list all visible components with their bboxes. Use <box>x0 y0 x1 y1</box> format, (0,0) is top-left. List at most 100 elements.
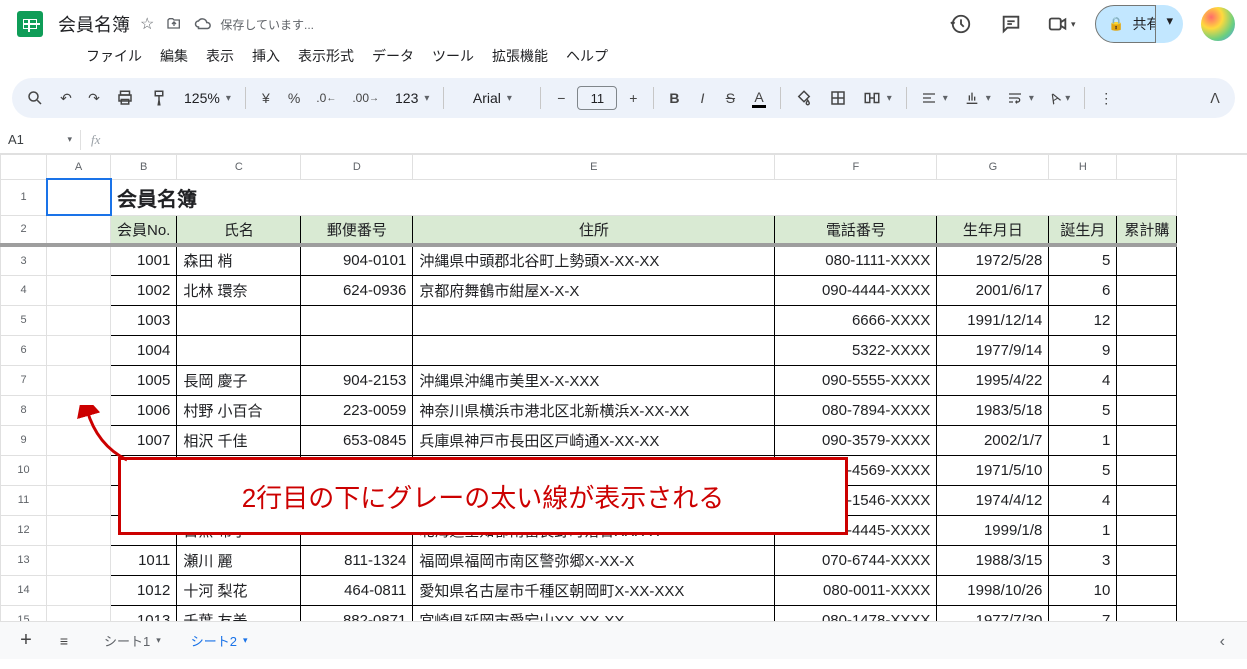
header-7[interactable]: 累計購 <box>1117 215 1177 245</box>
header-1[interactable]: 氏名 <box>177 215 301 245</box>
cell-A4[interactable] <box>47 275 111 305</box>
cell-name-5[interactable] <box>177 305 301 335</box>
cell-tel-3[interactable]: 080-1111-XXXX <box>775 245 937 275</box>
cell-month-8[interactable]: 5 <box>1049 395 1117 425</box>
row-header-11[interactable]: 11 <box>1 485 47 515</box>
col-header-F[interactable]: F <box>775 155 937 179</box>
cell-addr-13[interactable]: 福岡県福岡市南区警弥郷X-XX-X <box>413 545 775 575</box>
col-header-D[interactable]: D <box>301 155 413 179</box>
cell-addr-14[interactable]: 愛知県名古屋市千種区朝岡町X-XX-XXX <box>413 575 775 605</box>
cell-A11[interactable] <box>47 485 111 515</box>
cell-total-12[interactable] <box>1117 515 1177 545</box>
cell-zip-6[interactable] <box>301 335 413 365</box>
text-wrap-icon[interactable] <box>1001 86 1040 110</box>
header-4[interactable]: 電話番号 <box>775 215 937 245</box>
cell-dob-6[interactable]: 1977/9/14 <box>937 335 1049 365</box>
cell-tel-14[interactable]: 080-0011-XXXX <box>775 575 937 605</box>
col-header-[interactable] <box>1117 155 1177 179</box>
cell-tel-8[interactable]: 080-7894-XXXX <box>775 395 937 425</box>
cell-A3[interactable] <box>47 245 111 275</box>
cell-dob-10[interactable]: 1971/5/10 <box>937 455 1049 485</box>
menu-データ[interactable]: データ <box>364 42 422 70</box>
print-icon[interactable] <box>110 83 140 113</box>
percent-icon[interactable]: % <box>282 84 306 112</box>
number-format[interactable]: 123 <box>389 86 435 110</box>
cell-addr-4[interactable]: 京都府舞鶴市紺屋X-X-X <box>413 275 775 305</box>
zoom-selector[interactable]: 125% <box>178 86 237 110</box>
borders-icon[interactable] <box>823 83 853 113</box>
col-header-C[interactable]: C <box>177 155 301 179</box>
text-rotation-icon[interactable]: A <box>1044 86 1076 110</box>
cell-no-14[interactable]: 1012 <box>111 575 177 605</box>
row-header-2[interactable]: 2 <box>1 215 47 245</box>
row-header-3[interactable]: 3 <box>1 245 47 275</box>
row-header-8[interactable]: 8 <box>1 395 47 425</box>
font-selector[interactable]: Arial <box>452 86 532 110</box>
sheet-tab-0[interactable]: シート1 <box>90 623 175 658</box>
italic-icon[interactable]: I <box>690 84 714 112</box>
cell-name-9[interactable]: 相沢 千佳 <box>177 425 301 455</box>
sheets-logo[interactable] <box>12 6 48 42</box>
row-header-4[interactable]: 4 <box>1 275 47 305</box>
header-3[interactable]: 住所 <box>413 215 775 245</box>
menu-ファイル[interactable]: ファイル <box>78 42 150 70</box>
comments-icon[interactable] <box>995 8 1027 40</box>
increase-font-icon[interactable]: + <box>621 84 645 112</box>
cell-dob-7[interactable]: 1995/4/22 <box>937 365 1049 395</box>
cell-dob-5[interactable]: 1991/12/14 <box>937 305 1049 335</box>
col-header-E[interactable]: E <box>413 155 775 179</box>
avatar[interactable] <box>1201 7 1235 41</box>
row-header-12[interactable]: 12 <box>1 515 47 545</box>
meet-icon[interactable]: ▾ <box>1045 8 1077 40</box>
cell-addr-7[interactable]: 沖縄県沖縄市美里X-X-XXX <box>413 365 775 395</box>
cell-total-6[interactable] <box>1117 335 1177 365</box>
cell-dob-9[interactable]: 2002/1/7 <box>937 425 1049 455</box>
redo-icon[interactable]: ↷ <box>82 84 106 113</box>
cell-dob-4[interactable]: 2001/6/17 <box>937 275 1049 305</box>
cell-A14[interactable] <box>47 575 111 605</box>
cell-no-13[interactable]: 1011 <box>111 545 177 575</box>
menu-挿入[interactable]: 挿入 <box>244 42 288 70</box>
cell-zip-5[interactable] <box>301 305 413 335</box>
name-box[interactable]: A1 <box>0 128 80 151</box>
cell-tel-4[interactable]: 090-4444-XXXX <box>775 275 937 305</box>
sheet-title-cell[interactable]: 会員名簿 <box>111 179 1177 215</box>
cell-zip-13[interactable]: 811-1324 <box>301 545 413 575</box>
cell-A2[interactable] <box>47 215 111 245</box>
cell-dob-8[interactable]: 1983/5/18 <box>937 395 1049 425</box>
cell-total-11[interactable] <box>1117 485 1177 515</box>
cell-name-6[interactable] <box>177 335 301 365</box>
bold-icon[interactable]: B <box>662 84 686 112</box>
cell-A13[interactable] <box>47 545 111 575</box>
cell-total-10[interactable] <box>1117 455 1177 485</box>
move-icon[interactable] <box>166 16 182 32</box>
col-header-B[interactable]: B <box>111 155 177 179</box>
strikethrough-icon[interactable]: S <box>718 84 742 112</box>
menu-編集[interactable]: 編集 <box>152 42 196 70</box>
cell-dob-14[interactable]: 1998/10/26 <box>937 575 1049 605</box>
cloud-status-icon[interactable] <box>194 15 212 33</box>
currency-icon[interactable]: ¥ <box>254 84 278 112</box>
cell-A5[interactable] <box>47 305 111 335</box>
cell-dob-12[interactable]: 1999/1/8 <box>937 515 1049 545</box>
cell-A12[interactable] <box>47 515 111 545</box>
text-color-icon[interactable]: A <box>746 83 771 114</box>
cell-total-5[interactable] <box>1117 305 1177 335</box>
cell-total-7[interactable] <box>1117 365 1177 395</box>
cell-name-14[interactable]: 十河 梨花 <box>177 575 301 605</box>
row-header-14[interactable]: 14 <box>1 575 47 605</box>
menu-拡張機能[interactable]: 拡張機能 <box>484 42 556 70</box>
menu-表示[interactable]: 表示 <box>198 42 242 70</box>
cell-addr-6[interactable] <box>413 335 775 365</box>
col-header-H[interactable]: H <box>1049 155 1117 179</box>
menu-ツール[interactable]: ツール <box>424 42 482 70</box>
cell-total-9[interactable] <box>1117 425 1177 455</box>
header-0[interactable]: 会員No. <box>111 215 177 245</box>
cell-dob-3[interactable]: 1972/5/28 <box>937 245 1049 275</box>
cell-zip-3[interactable]: 904-0101 <box>301 245 413 275</box>
cell-A7[interactable] <box>47 365 111 395</box>
decrease-decimal-icon[interactable]: .0← <box>310 85 342 111</box>
history-icon[interactable] <box>945 8 977 40</box>
cell-no-3[interactable]: 1001 <box>111 245 177 275</box>
cell-no-4[interactable]: 1002 <box>111 275 177 305</box>
